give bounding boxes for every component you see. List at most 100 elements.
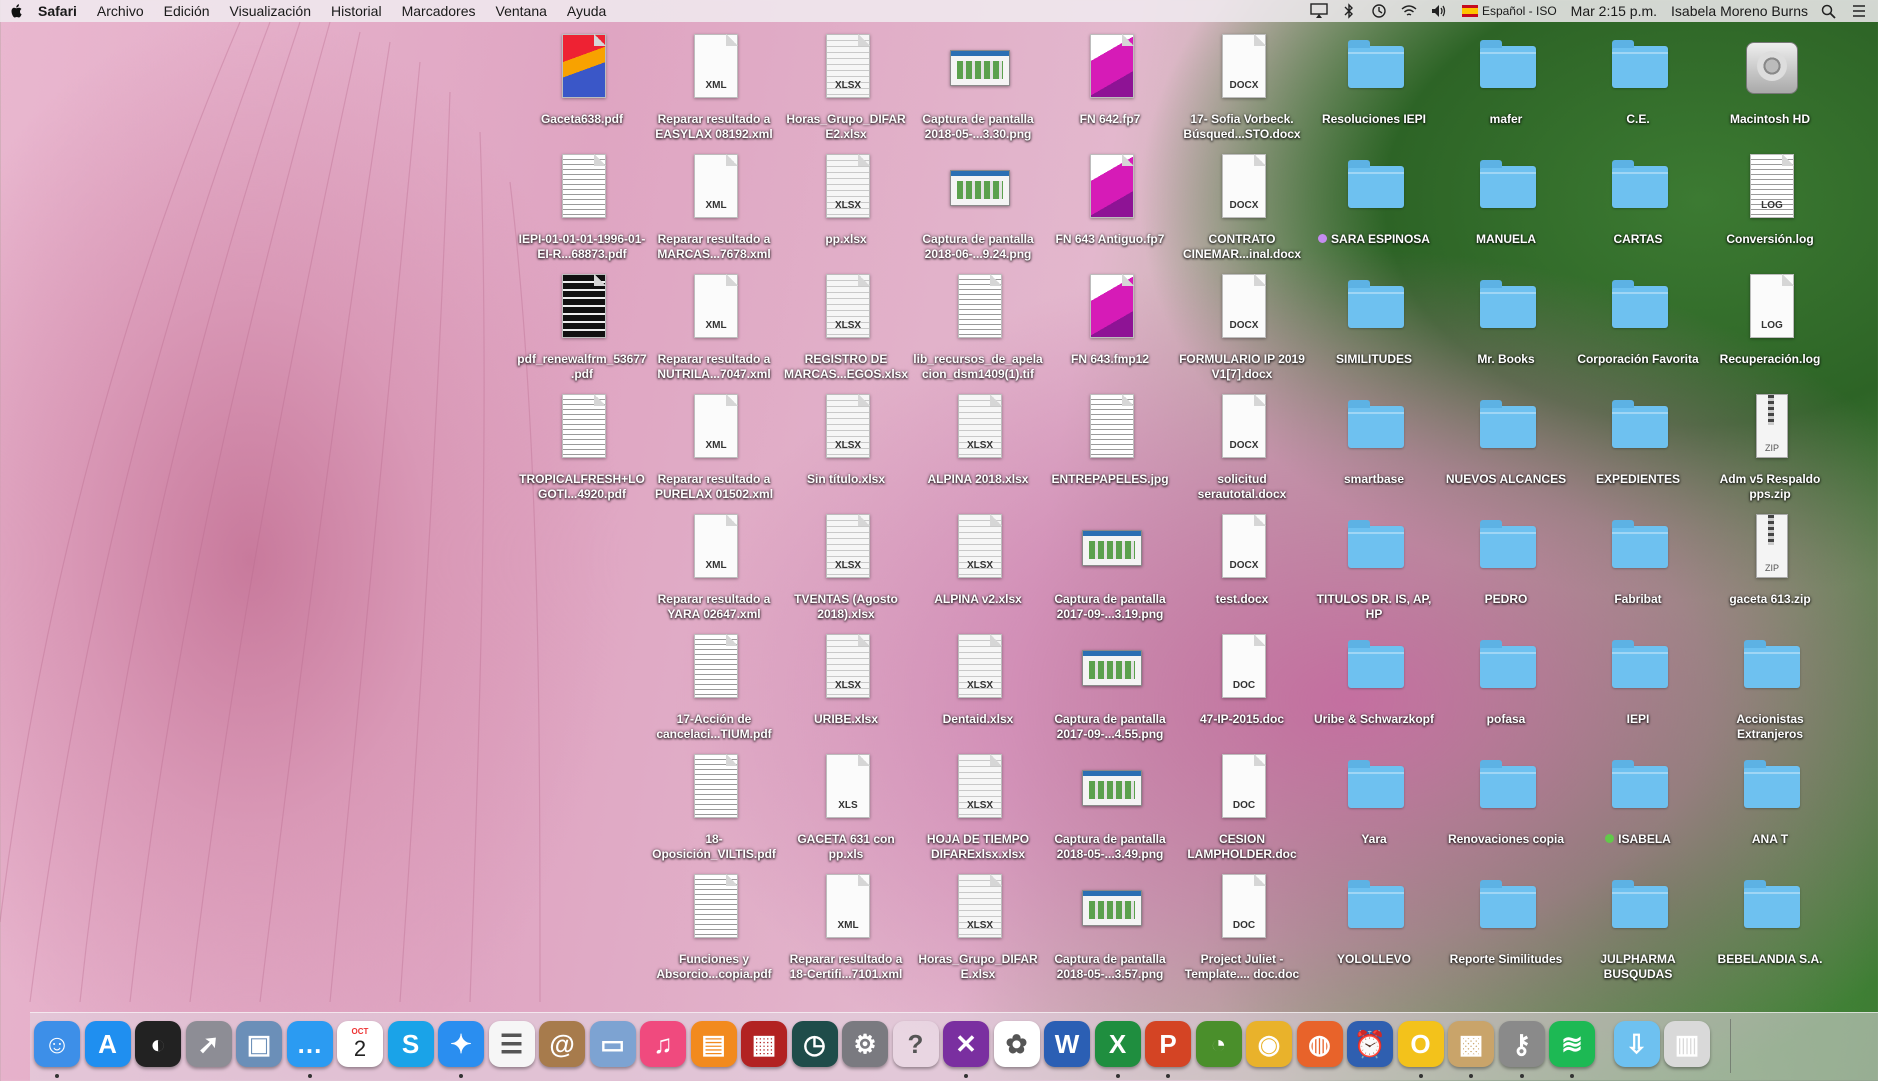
desktop-file[interactable]: Captura de pantalla 2017-09-...4.55.png bbox=[1045, 628, 1175, 748]
desktop-file[interactable]: Funciones y Absorcio...copia.pdf bbox=[649, 868, 779, 988]
reminders-icon[interactable]: ☰ bbox=[488, 1021, 535, 1067]
desktop-file[interactable]: XLSX HOJA DE TIEMPO DIFARExlsx.xlsx bbox=[913, 748, 1043, 868]
menu-archivo[interactable]: Archivo bbox=[97, 3, 144, 19]
desktop-file[interactable]: XLSX ALPINA v2.xlsx bbox=[913, 508, 1043, 628]
preview-2-icon[interactable]: ▩ bbox=[1448, 1021, 1494, 1067]
clock-app-icon[interactable]: ◔ bbox=[1195, 1021, 1242, 1067]
menu-ventana[interactable]: Ventana bbox=[496, 3, 547, 19]
desktop-folder[interactable]: Yara bbox=[1309, 748, 1439, 868]
calendar-icon[interactable]: OCT 2 bbox=[337, 1021, 383, 1067]
firefox-icon[interactable]: ◍ bbox=[1296, 1021, 1343, 1067]
wifi-icon[interactable] bbox=[1400, 3, 1418, 19]
desktop-file[interactable]: DOCX test.docx bbox=[1177, 508, 1307, 628]
desktop-file[interactable]: XLSX pp.xlsx bbox=[781, 148, 911, 268]
apple-menu-icon[interactable] bbox=[10, 3, 24, 19]
desktop-file[interactable]: XLSX ALPINA 2018.xlsx bbox=[913, 388, 1043, 508]
desktop-file[interactable]: XML Reparar resultado a PURELAX 01502.xml bbox=[649, 388, 779, 508]
desktop-file[interactable]: DOC 47-IP-2015.doc bbox=[1177, 628, 1307, 748]
desktop-folder[interactable]: Renovaciones copia bbox=[1441, 748, 1571, 868]
desktop-folder[interactable]: SIMILITUDES bbox=[1309, 268, 1439, 388]
desktop-folder[interactable]: MANUELA bbox=[1441, 148, 1571, 268]
desktop-folder[interactable]: PEDRO bbox=[1441, 508, 1571, 628]
desktop-folder[interactable]: Reporte Similitudes bbox=[1441, 868, 1571, 988]
app-store-icon[interactable]: A bbox=[84, 1021, 131, 1067]
desktop-file[interactable]: XML Reparar resultado a 18-Certifi...7101… bbox=[781, 868, 911, 988]
menu-visualizacion[interactable]: Visualización bbox=[230, 3, 311, 19]
desktop-file[interactable]: XLSX TVENTAS (Agosto 2018).xlsx bbox=[781, 508, 911, 628]
itunes-icon[interactable]: ♫ bbox=[640, 1021, 686, 1067]
finder-icon[interactable]: ☺ bbox=[34, 1021, 80, 1067]
desktop-file[interactable]: FN 643 Antiguo.fp7 bbox=[1045, 148, 1175, 268]
desktop-folder[interactable]: Uribe & Schwarzkopf bbox=[1309, 628, 1439, 748]
desktop-folder[interactable]: mafer bbox=[1441, 28, 1571, 148]
help-icon[interactable]: ? bbox=[892, 1021, 939, 1067]
desktop-file[interactable]: Captura de pantalla 2018-06-...9.24.png bbox=[913, 148, 1043, 268]
desktop-folder[interactable]: Mr. Books bbox=[1441, 268, 1571, 388]
menu-ayuda[interactable]: Ayuda bbox=[567, 3, 606, 19]
desktop-file[interactable]: DOCX solicitud serautotal.docx bbox=[1177, 388, 1307, 508]
desktop-folder[interactable]: IEPI bbox=[1573, 628, 1703, 748]
powerpoint-icon[interactable]: P bbox=[1145, 1021, 1191, 1067]
spain-flag-icon[interactable] bbox=[1461, 5, 1478, 17]
desktop-file[interactable]: XLSX Dentaid.xlsx bbox=[913, 628, 1043, 748]
contacts-icon[interactable]: @ bbox=[539, 1021, 585, 1067]
desktop-file[interactable]: XLSX URIBE.xlsx bbox=[781, 628, 911, 748]
desktop-file[interactable]: DOCX FORMULARIO IP 2019 V1[7].docx bbox=[1177, 268, 1307, 388]
skype-icon[interactable]: S bbox=[387, 1021, 434, 1067]
desktop-folder[interactable]: NUEVOS ALCANCES bbox=[1441, 388, 1571, 508]
notification-center-icon[interactable] bbox=[1850, 3, 1868, 19]
desktop-file[interactable]: XLSX Sin título.xlsx bbox=[781, 388, 911, 508]
menubar-user-name[interactable]: Isabela Moreno Burns bbox=[1671, 3, 1808, 19]
desktop-file[interactable]: DOCX 17- Sofia Vorbeck. Búsqued...STO.doc… bbox=[1177, 28, 1307, 148]
desktop-file[interactable]: TROPICALFRESH+LOGOTI...4920.pdf bbox=[517, 388, 647, 508]
desktop-file[interactable]: Captura de pantalla 2018-05-...3.30.png bbox=[913, 28, 1043, 148]
word-icon[interactable]: W bbox=[1044, 1021, 1090, 1067]
airplay-icon[interactable] bbox=[1310, 3, 1328, 19]
desktop-file[interactable]: LOG Conversión.log bbox=[1705, 148, 1835, 268]
desktop-folder[interactable]: Accionistas Extranjeros bbox=[1705, 628, 1835, 748]
desktop-file[interactable]: DOC CESION LAMPHOLDER.doc bbox=[1177, 748, 1307, 868]
desktop-folder[interactable]: Fabribat bbox=[1573, 508, 1703, 628]
menubar-clock[interactable]: Mar 2:15 p.m. bbox=[1571, 3, 1657, 19]
photos-icon[interactable]: ✿ bbox=[993, 1021, 1040, 1067]
menu-edicion[interactable]: Edición bbox=[164, 3, 210, 19]
desktop-folder[interactable]: SARA ESPINOSA bbox=[1309, 148, 1439, 268]
desktop-file[interactable]: FN 642.fp7 bbox=[1045, 28, 1175, 148]
desktop-file[interactable]: Captura de pantalla 2017-09-...3.19.png bbox=[1045, 508, 1175, 628]
desktop-file[interactable]: LOG Recuperación.log bbox=[1705, 268, 1835, 388]
desktop-file[interactable]: DOC Project Juliet - Template.... doc.doc bbox=[1177, 868, 1307, 988]
preview-icon[interactable]: ▣ bbox=[236, 1021, 282, 1067]
desktop-folder[interactable]: ANA T bbox=[1705, 748, 1835, 868]
time-machine-icon[interactable]: ◷ bbox=[791, 1021, 838, 1067]
filemaker-icon[interactable]: ✕ bbox=[943, 1021, 989, 1067]
desktop-folder[interactable]: Corporación Favorita bbox=[1573, 268, 1703, 388]
desktop-folder[interactable]: pofasa bbox=[1441, 628, 1571, 748]
desktop-file[interactable]: XLSX Horas_Grupo_DIFAR E.xlsx bbox=[913, 868, 1043, 988]
desktop-file[interactable]: XLSX REGISTRO DE MARCAS...EGOS.xlsx bbox=[781, 268, 911, 388]
menu-historial[interactable]: Historial bbox=[331, 3, 382, 19]
desktop-file[interactable]: XML Reparar resultado a EASYLAX 08192.xml bbox=[649, 28, 779, 148]
desktop-file[interactable]: Captura de pantalla 2018-05-...3.49.png bbox=[1045, 748, 1175, 868]
spotify-icon[interactable]: ≋ bbox=[1549, 1021, 1595, 1067]
desktop-folder[interactable]: BEBELANDIA S.A. bbox=[1705, 868, 1835, 988]
desktop-file[interactable]: lib_recursos_de_apelacion_dsm1409(1).tif bbox=[913, 268, 1043, 388]
desktop-drive[interactable]: Macintosh HD bbox=[1705, 28, 1835, 148]
messages-icon[interactable]: … bbox=[286, 1021, 333, 1067]
dashboard-icon[interactable]: ◐ bbox=[135, 1021, 181, 1067]
desktop-file[interactable]: 18-Oposición_VILTIS.pdf bbox=[649, 748, 779, 868]
desktop-folder[interactable]: ISABELA bbox=[1573, 748, 1703, 868]
excel-icon[interactable]: X bbox=[1094, 1021, 1141, 1067]
launchpad-icon[interactable]: ➚ bbox=[185, 1021, 232, 1067]
desktop-file[interactable]: DOCX CONTRATO CINEMAR...inal.docx bbox=[1177, 148, 1307, 268]
desktop-file[interactable]: 17-Acción de cancelaci...TIUM.pdf bbox=[649, 628, 779, 748]
trash-icon[interactable]: ▥ bbox=[1664, 1021, 1710, 1067]
desktop-file[interactable]: Gaceta638.pdf bbox=[517, 28, 647, 148]
desktop-folder[interactable]: CARTAS bbox=[1573, 148, 1703, 268]
desktop-folder[interactable]: C.E. bbox=[1573, 28, 1703, 148]
bluetooth-icon[interactable] bbox=[1340, 3, 1358, 19]
chrome-icon[interactable]: ◉ bbox=[1246, 1021, 1292, 1067]
desktop-folder[interactable]: JULPHARMA BUSQUDAS bbox=[1573, 868, 1703, 988]
desktop-file[interactable]: FN 643.fmp12 bbox=[1045, 268, 1175, 388]
photo-booth-icon[interactable]: ▭ bbox=[589, 1021, 636, 1067]
spotlight-search-icon[interactable] bbox=[1820, 3, 1838, 19]
